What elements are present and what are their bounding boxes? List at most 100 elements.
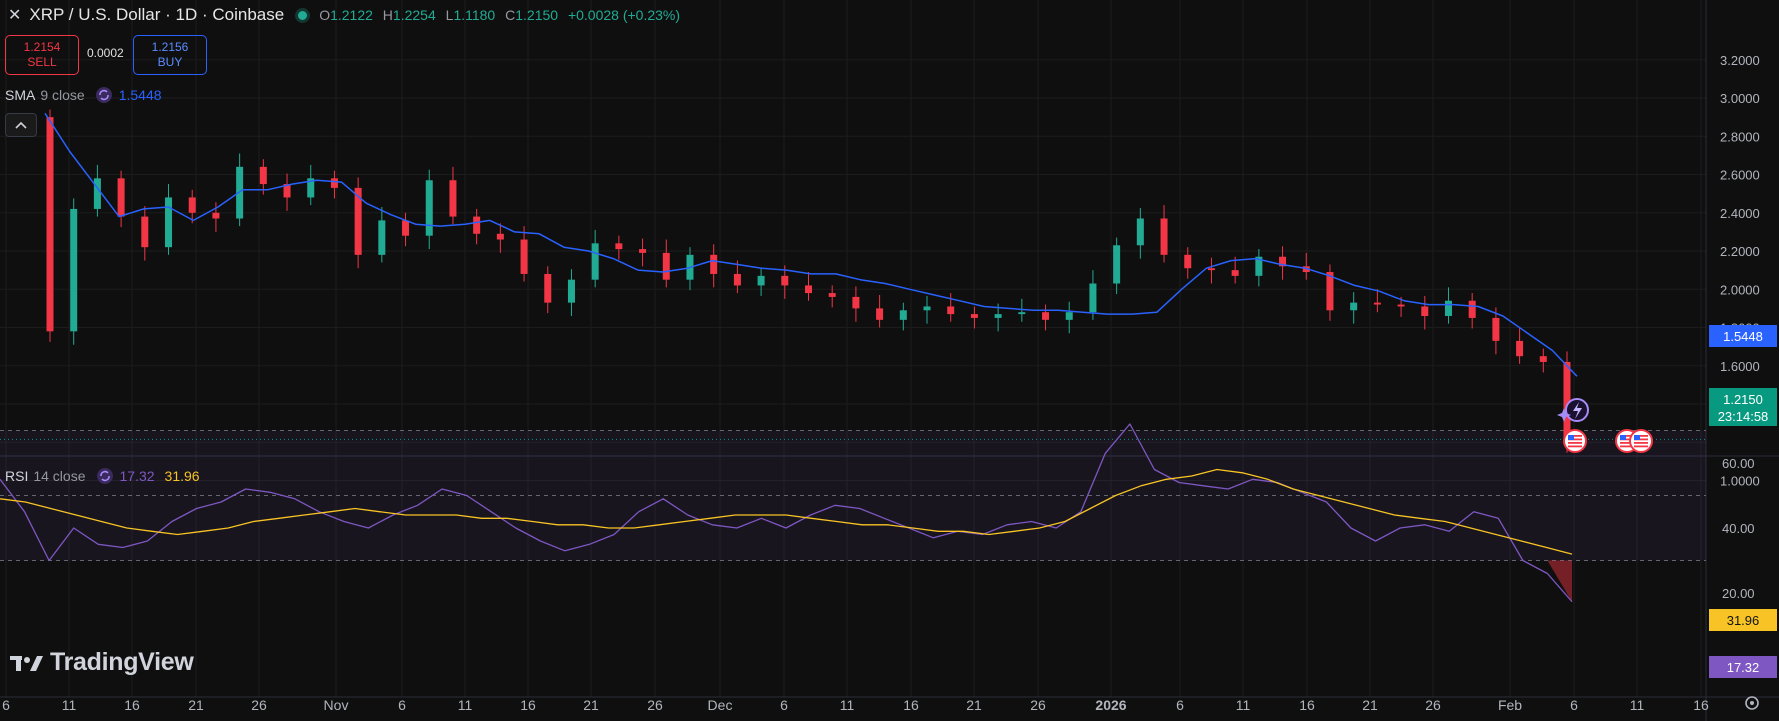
candle-body (449, 180, 457, 217)
buy-button[interactable]: 1.2156 BUY (133, 35, 207, 75)
candle-body (1373, 302, 1381, 305)
candle-body (473, 216, 481, 234)
candle-body (639, 249, 647, 253)
candle-body (378, 220, 386, 255)
us-flag-icon (1629, 429, 1653, 453)
indicator-settings-icon[interactable] (96, 467, 114, 485)
open-label: O (319, 7, 331, 23)
tradingview-logo[interactable]: TradingView (10, 648, 194, 677)
rsi-params: 14 close (33, 468, 86, 484)
candle-body (994, 314, 1002, 318)
time-tick-label: Nov (324, 697, 349, 713)
candle-body (591, 243, 599, 280)
candle-body (1397, 304, 1405, 307)
settings-icon[interactable] (1745, 696, 1759, 710)
time-tick-label: 11 (1236, 697, 1251, 713)
price-tick-label: 1.0000 (1720, 474, 1760, 489)
collapse-legend-button[interactable] (5, 113, 37, 137)
time-tick-label: 11 (1630, 697, 1645, 713)
candle-body (781, 275, 789, 286)
candle-body (1516, 340, 1524, 357)
change-value: +0.0028 (+0.23%) (567, 7, 681, 23)
rsi-tick-label: 60.00 (1722, 456, 1755, 471)
price-tick-label: 2.0000 (1720, 282, 1760, 297)
symbol-legend: ✕ XRP / U.S. Dollar · 1D · Coinbase O 1.2… (8, 5, 686, 25)
candle-body (1065, 312, 1073, 320)
candle-body (1492, 317, 1500, 341)
svg-text:23:14:58: 23:14:58 (1718, 409, 1769, 424)
sma-params: 9 close (40, 87, 85, 103)
candle-body (923, 306, 931, 311)
high-label: H (382, 7, 393, 23)
time-tick-label: 21 (583, 697, 599, 713)
time-tick-label: 16 (124, 697, 140, 713)
svg-text:31.96: 31.96 (1727, 613, 1760, 628)
candle-body (852, 296, 860, 309)
candle-body (141, 216, 149, 248)
high-value: 1.2254 (392, 7, 436, 23)
candle-body (1563, 361, 1571, 440)
time-tick-label: 11 (840, 697, 855, 713)
rsi-legend[interactable]: RSI 14 close 17.32 31.96 (5, 467, 200, 485)
rsi-band (0, 430, 1706, 561)
rsi-value: 17.32 (119, 468, 155, 484)
candle-body (710, 254, 718, 274)
candle-body (1113, 245, 1121, 284)
candle-body (970, 314, 978, 318)
chart-canvas[interactable]: 3.2000 3.0000 2.8000 2.6000 2.4000 2.2000 2.00… (0, 0, 1779, 721)
time-tick-label: 26 (1425, 697, 1441, 713)
candle-body (1350, 302, 1358, 311)
chevron-up-icon (15, 121, 27, 129)
candle-body (1326, 272, 1334, 311)
candle-body (188, 197, 196, 213)
close-label: C (505, 7, 516, 23)
candle-body (70, 208, 78, 332)
svg-text:1.2150: 1.2150 (1723, 392, 1763, 407)
candle-body (117, 178, 125, 217)
flag-canton (1620, 435, 1626, 440)
svg-text:1.5448: 1.5448 (1723, 329, 1763, 344)
candle-body (1539, 356, 1547, 362)
candle-body (805, 285, 812, 294)
time-tick-label: 21 (188, 697, 204, 713)
time-tick-label: 11 (62, 697, 77, 713)
time-axis[interactable]: 6 11 16 21 26 Nov 6 11 16 21 26 Dec 6 11 16 21 26 2026 6 11… (2, 697, 1709, 713)
candle-body (402, 220, 410, 236)
time-tick-label: 16 (1693, 697, 1709, 713)
time-tick-label: 26 (647, 697, 663, 713)
candle-body (876, 308, 884, 320)
price-tick-label: 3.2000 (1720, 53, 1760, 68)
sma-value: 1.5448 (118, 87, 162, 103)
candle-body (1421, 306, 1429, 317)
rsi-ma-value: 31.96 (164, 468, 200, 484)
last-price-tag: 1.2150 23:14:58 (1709, 388, 1777, 426)
grid-lines (0, 0, 1779, 721)
time-tick-label: 6 (1570, 697, 1578, 713)
sma-name: SMA (5, 87, 36, 103)
time-tick-label: Dec (708, 697, 733, 713)
indicator-settings-icon[interactable] (95, 86, 113, 104)
spread-value: 0.0002 (87, 46, 124, 60)
price-tick-label: 2.2000 (1720, 244, 1760, 259)
time-tick-label: 26 (1030, 697, 1046, 713)
candle-body (165, 197, 173, 248)
sma-legend[interactable]: SMA 9 close 1.5448 (5, 86, 162, 104)
candle-body (46, 117, 54, 332)
time-tick-label: 6 (1176, 697, 1184, 713)
close-icon[interactable]: ✕ (8, 5, 21, 25)
flag-stripe (1634, 442, 1648, 444)
time-tick-label: 16 (520, 697, 536, 713)
price-tick-label: 3.0000 (1720, 91, 1760, 106)
time-tick-label: 6 (398, 697, 406, 713)
price-tick-label: 2.8000 (1720, 129, 1760, 144)
candle-body (425, 180, 433, 236)
sell-button[interactable]: 1.2154 SELL (5, 35, 79, 75)
time-tick-label: 2026 (1095, 697, 1126, 713)
flag-canton (1568, 435, 1574, 440)
logo-text: TradingView (50, 648, 194, 676)
symbol-title[interactable]: XRP / U.S. Dollar · 1D · Coinbase (29, 5, 284, 25)
candle-body (496, 233, 504, 240)
rsi-oversold-fill (1547, 560, 1572, 602)
candle-body (1184, 254, 1192, 269)
sell-price: 1.2154 (23, 40, 61, 54)
